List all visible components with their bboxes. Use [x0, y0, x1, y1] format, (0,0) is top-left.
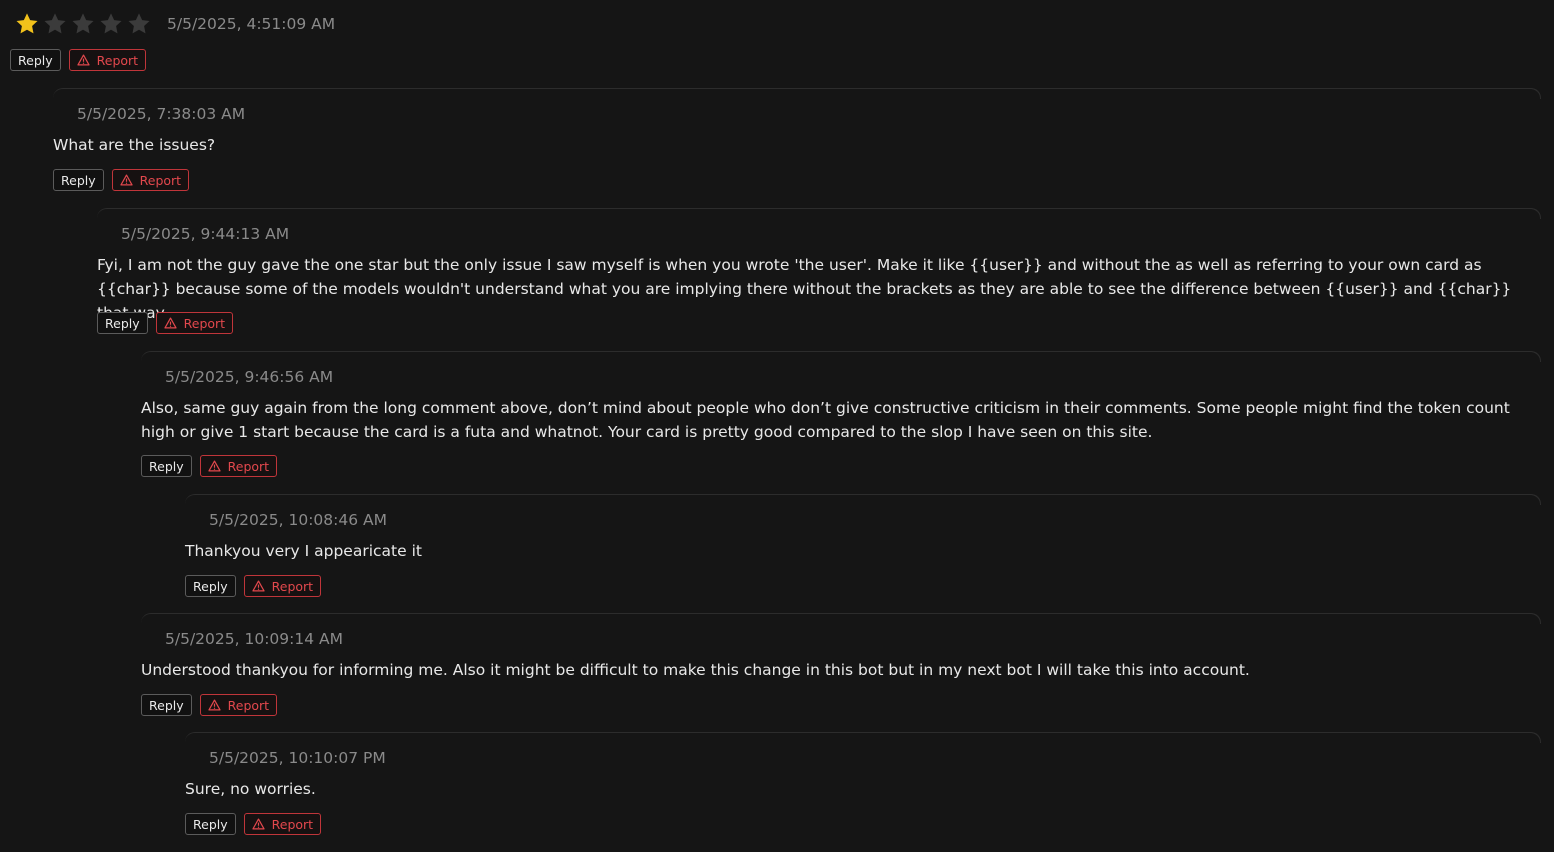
- report-button[interactable]: Report: [199, 455, 278, 477]
- reply-label: Reply: [193, 816, 228, 832]
- comment-timestamp: 5/5/2025, 7:38:03 AM: [77, 105, 246, 123]
- warning-triangle-icon: [119, 174, 133, 186]
- reply-button[interactable]: Reply: [141, 694, 192, 716]
- reply-comment: 5/5/2025, 7:38:03 AM What are the issues…: [53, 88, 1541, 199]
- report-button[interactable]: Report: [199, 694, 278, 716]
- reply-button[interactable]: Reply: [10, 49, 61, 71]
- comment-actions: Reply Report: [141, 694, 278, 716]
- warning-triangle-icon: [251, 818, 265, 830]
- comment-timestamp: 5/5/2025, 10:09:14 AM: [165, 630, 343, 648]
- reply-comment: 5/5/2025, 9:46:56 AM Also, same guy agai…: [141, 351, 1541, 486]
- reply-comment: 5/5/2025, 10:10:07 PM Sure, no worries. …: [185, 732, 1541, 843]
- reply-comment: 5/5/2025, 10:09:14 AM Understood thankyo…: [141, 613, 1541, 724]
- reply-button[interactable]: Reply: [97, 312, 148, 334]
- comment-text: Understood thankyou for informing me. Al…: [141, 661, 1250, 679]
- comment-timestamp: 5/5/2025, 10:10:07 PM: [209, 749, 386, 767]
- warning-triangle-icon: [207, 460, 221, 472]
- reply-label: Reply: [61, 172, 96, 188]
- reply-label: Reply: [18, 52, 53, 68]
- rating-header: 5/5/2025, 4:51:09 AM: [14, 11, 335, 37]
- comment-timestamp: 5/5/2025, 10:08:46 AM: [209, 511, 387, 529]
- star-icon: [98, 11, 124, 37]
- star-icon: [126, 11, 152, 37]
- report-label: Report: [227, 697, 270, 713]
- warning-triangle-icon: [251, 580, 265, 592]
- star-icon: [14, 11, 40, 37]
- comment-text: Sure, no worries.: [185, 780, 316, 798]
- reply-label: Reply: [105, 315, 140, 331]
- warning-triangle-icon: [163, 317, 177, 329]
- comment-text: Fyi, I am not the guy gave the one star …: [97, 256, 1512, 322]
- report-button[interactable]: Report: [243, 813, 322, 835]
- star-rating: [14, 11, 154, 37]
- reply-button[interactable]: Reply: [185, 813, 236, 835]
- warning-triangle-icon: [76, 54, 90, 66]
- report-label: Report: [139, 172, 182, 188]
- comment-actions: Reply Report: [97, 312, 234, 334]
- report-label: Report: [96, 52, 139, 68]
- comment-timestamp: 5/5/2025, 9:46:56 AM: [165, 368, 334, 386]
- report-button[interactable]: Report: [111, 169, 190, 191]
- reply-comment: 5/5/2025, 9:44:13 AM Fyi, I am not the g…: [97, 208, 1541, 343]
- reply-label: Reply: [149, 458, 184, 474]
- comment-actions: Reply Report: [53, 169, 190, 191]
- warning-triangle-icon: [207, 699, 221, 711]
- report-label: Report: [227, 458, 270, 474]
- report-button[interactable]: Report: [155, 312, 234, 334]
- reply-label: Reply: [193, 578, 228, 594]
- reply-label: Reply: [149, 697, 184, 713]
- comment-actions: Reply Report: [10, 49, 147, 71]
- star-icon: [70, 11, 96, 37]
- comment-actions: Reply Report: [185, 575, 322, 597]
- comment-actions: Reply Report: [141, 455, 278, 477]
- reply-button[interactable]: Reply: [185, 575, 236, 597]
- comment-text: Also, same guy again from the long comme…: [141, 399, 1510, 441]
- comment-text: What are the issues?: [53, 136, 216, 154]
- comment-timestamp: 5/5/2025, 4:51:09 AM: [167, 15, 336, 33]
- comment-thread: 5/5/2025, 4:51:09 AM Reply Report 5/5/20…: [0, 0, 1554, 852]
- comment-text: Thankyou very I appearicate it: [185, 542, 422, 560]
- reply-comment: 5/5/2025, 10:08:46 AM Thankyou very I ap…: [185, 494, 1541, 605]
- comment-actions: Reply Report: [185, 813, 322, 835]
- report-button[interactable]: Report: [68, 49, 147, 71]
- reply-button[interactable]: Reply: [53, 169, 104, 191]
- report-label: Report: [271, 578, 314, 594]
- report-label: Report: [271, 816, 314, 832]
- reply-button[interactable]: Reply: [141, 455, 192, 477]
- comment-timestamp: 5/5/2025, 9:44:13 AM: [121, 225, 290, 243]
- star-icon: [42, 11, 68, 37]
- report-label: Report: [183, 315, 226, 331]
- report-button[interactable]: Report: [243, 575, 322, 597]
